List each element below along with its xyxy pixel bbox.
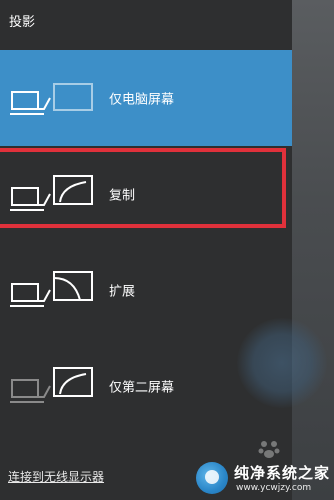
watermark-logo-icon [196,462,228,494]
watermark: 纯净系统之家 www.ycwjzy.com [196,460,334,500]
watermark-url: www.ycwjzy.com [236,483,312,493]
second-screen-only-icon [10,367,93,403]
highlight-box [0,148,286,228]
option-label: 仅第二屏幕 [109,380,175,396]
project-panel: 投影 仅电脑屏幕 复制 扩展 仅第二屏幕 连接到无线显示器 [0,0,292,500]
option-label: 扩展 [109,284,136,300]
extend-icon [10,271,93,307]
panel-title: 投影 [9,15,36,30]
option-pc-screen-only[interactable]: 仅电脑屏幕 [0,50,292,146]
paw-icon [258,441,280,458]
connect-wireless-display-link[interactable]: 连接到无线显示器 [8,468,104,485]
background-blob [237,318,327,408]
watermark-name: 纯净系统之家 [234,464,331,482]
pc-screen-only-icon [10,83,93,115]
option-extend[interactable]: 扩展 [0,242,292,338]
option-label: 仅电脑屏幕 [109,92,175,108]
desktop-background [237,0,334,500]
